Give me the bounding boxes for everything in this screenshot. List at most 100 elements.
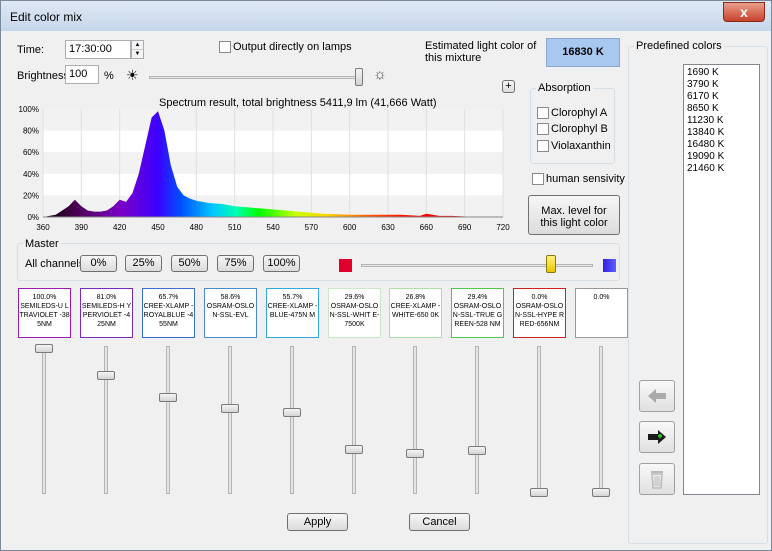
time-input[interactable]: 17:30:00 — [65, 40, 131, 59]
channel-slider-thumb[interactable] — [97, 371, 115, 380]
x-tick-label: 660 — [420, 223, 434, 232]
preset-item[interactable]: 21460 K — [687, 163, 756, 175]
master-100-button[interactable]: 100% — [263, 255, 300, 272]
close-button[interactable]: x — [723, 2, 765, 22]
channel-slider[interactable] — [104, 346, 108, 494]
master-slider[interactable] — [361, 264, 593, 267]
x-tick-label: 540 — [266, 223, 280, 232]
brightness-slider[interactable] — [149, 76, 361, 79]
brightness-slider-thumb[interactable] — [355, 68, 363, 86]
max-level-button[interactable]: Max. level for this light color — [528, 195, 620, 235]
title-bar: Edit color mix x — [1, 1, 771, 31]
channel-slider[interactable] — [290, 346, 294, 494]
channel-name: OSRAM-OSLO N-SSL-HYPE RRED-656NM — [514, 303, 564, 328]
preset-item[interactable]: 3790 K — [687, 79, 756, 91]
chlorophyll-b-checkbox[interactable] — [537, 123, 549, 135]
master-slider-thumb[interactable] — [546, 255, 557, 273]
spectrum-chart: 360 390 420 450 480 510 540 570 600 630 660 690 720 1… — [19, 105, 511, 232]
channel-box: 29.6% OSRAM-OSLO N-SSL-WHIT E-7500K — [328, 288, 381, 338]
y-tick-label: 40% — [23, 170, 39, 179]
brightness-input[interactable]: 100 — [65, 65, 99, 84]
channel-slider[interactable] — [413, 346, 417, 494]
time-label: Time: — [17, 44, 45, 56]
master-75-button[interactable]: 75% — [217, 255, 254, 272]
preset-item[interactable]: 1690 K — [687, 67, 756, 79]
violaxanthin-checkbox[interactable] — [537, 140, 549, 152]
channel-box: 100.0% SEMILEDS-U LTRAVIOLET -385NM — [18, 288, 71, 338]
channel-slider[interactable] — [166, 346, 170, 494]
brightness-label: Brightness: — [17, 70, 73, 82]
channel-percent: 0.0% — [531, 294, 548, 301]
spin-down-icon[interactable]: ▼ — [132, 50, 143, 58]
channel-slider[interactable] — [42, 346, 46, 494]
channel-slider-thumb[interactable] — [592, 488, 610, 497]
channel-name: SEMILEDS-H YPERVIOLET -425NM — [81, 303, 132, 328]
channel-box: 55.7% CREE-XLAMP -BLUE-475N M — [266, 288, 319, 338]
master-title: Master — [23, 238, 61, 250]
chlorophyll-a-checkbox[interactable] — [537, 107, 549, 119]
channel-box: 81.0% SEMILEDS-H YPERVIOLET -425NM — [80, 288, 133, 338]
cancel-button[interactable]: Cancel — [409, 513, 470, 531]
channel-slider-thumb[interactable] — [221, 404, 239, 413]
channel-slider[interactable] — [352, 346, 356, 494]
channel-slider-thumb[interactable] — [406, 449, 424, 458]
x-tick-label: 510 — [228, 223, 242, 232]
preset-item[interactable]: 6170 K — [687, 91, 756, 103]
predefined-colors-list[interactable]: 1690 K 3790 K 6170 K 8650 K 11230 K 13840 K 16… — [683, 64, 760, 495]
channel-percent: 58.6% — [220, 294, 241, 301]
violaxanthin-label: Violaxanthin — [551, 140, 611, 152]
master-50-button[interactable]: 50% — [171, 255, 208, 272]
channel-percent: 0.0% — [593, 294, 610, 301]
x-tick-label: 720 — [496, 223, 510, 232]
time-spinner[interactable]: ▲ ▼ — [131, 40, 144, 59]
channel-percent: 55.7% — [282, 294, 303, 301]
spin-up-icon[interactable]: ▲ — [132, 41, 143, 50]
add-button[interactable]: + — [502, 80, 515, 93]
apply-button[interactable]: Apply — [287, 513, 348, 531]
output-lamps-label: Output directly on lamps — [233, 41, 352, 53]
apply-preset-button[interactable] — [639, 421, 675, 453]
brightness-unit: % — [104, 70, 114, 82]
x-tick-label: 360 — [36, 223, 50, 232]
master-25-button[interactable]: 25% — [125, 255, 162, 272]
output-lamps-checkbox[interactable] — [219, 41, 231, 53]
x-tick-label: 630 — [381, 223, 395, 232]
channel-slider-thumb[interactable] — [283, 408, 301, 417]
master-0-button[interactable]: 0% — [80, 255, 117, 272]
delete-preset-button[interactable] — [639, 463, 675, 495]
trash-icon — [651, 471, 663, 489]
channel-slider[interactable] — [599, 346, 603, 494]
channel-slider-thumb[interactable] — [345, 445, 363, 454]
channel-percent: 26.8% — [405, 294, 426, 301]
arrow-right-plus-icon — [648, 430, 666, 444]
channel-percent: 65.7% — [158, 294, 179, 301]
channel-percent: 29.6% — [344, 294, 365, 301]
channel-slider-thumb[interactable] — [35, 344, 53, 353]
channel-slider[interactable] — [537, 346, 541, 494]
human-sensitivity-label: human sensivity — [546, 173, 625, 185]
x-tick-label: 390 — [75, 223, 89, 232]
channel-name: CREE-XLAMP -WHITE-650 0K — [390, 303, 441, 319]
sun-dark-icon: ☀ — [126, 67, 139, 83]
preset-item[interactable]: 13840 K — [687, 127, 756, 139]
estimated-label: Estimated light color of this mixture — [425, 40, 537, 64]
preset-item[interactable]: 19090 K — [687, 151, 756, 163]
preset-item[interactable]: 11230 K — [687, 115, 756, 127]
preset-item[interactable]: 16480 K — [687, 139, 756, 151]
channel-slider[interactable] — [475, 346, 479, 494]
preset-item[interactable]: 8650 K — [687, 103, 756, 115]
channel-slider-thumb[interactable] — [530, 488, 548, 497]
absorption-title: Absorption — [536, 82, 593, 94]
move-left-button[interactable] — [639, 380, 675, 412]
human-sensitivity-checkbox[interactable] — [532, 173, 544, 185]
channel-box: 0.0% OSRAM-OSLO N-SSL-HYPE RRED-656NM — [513, 288, 566, 338]
predefined-colors-title: Predefined colors — [634, 40, 724, 52]
channel-name: OSRAM-OSLO N-SSL-TRUE GREEN-528 NM — [452, 303, 503, 328]
y-tick-label: 0% — [27, 213, 39, 222]
x-tick-label: 480 — [190, 223, 204, 232]
channel-slider-thumb[interactable] — [468, 446, 486, 455]
channel-name: SEMILEDS-U LTRAVIOLET -385NM — [19, 303, 70, 328]
channel-slider[interactable] — [228, 346, 232, 494]
x-tick-label: 570 — [305, 223, 319, 232]
channel-slider-thumb[interactable] — [159, 393, 177, 402]
